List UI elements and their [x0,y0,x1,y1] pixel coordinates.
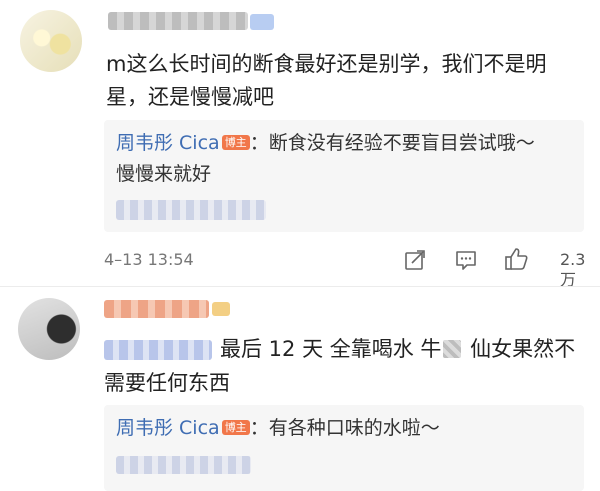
comment-text-line: 最后 12 天 全靠喝水 牛 仙女果然不 [220,333,575,366]
username-blurred[interactable] [104,300,209,318]
share-icon[interactable] [403,248,427,272]
user-badge-blurred [250,14,274,30]
username-blurred[interactable] [108,12,248,30]
reply-text: ：有各种口味的水啦～ [249,417,440,439]
reply-line: 周韦彤 Cica 博主 ：有各种口味的水啦～ [116,413,440,443]
comment-icon[interactable] [454,248,478,272]
reply-text: ：断食没有经验不要盲目尝试哦～ [249,132,535,154]
more-replies-link-blurred[interactable] [116,200,266,220]
reply-author-link[interactable]: 周韦彤 Cica [116,417,220,439]
comment-text-line: m这么长时间的断食最好还是别学，我们不是明 [106,52,547,76]
mention-blurred[interactable] [104,340,212,360]
divider [0,286,600,287]
comment-text-line: 需要任何东西 [104,371,230,395]
reply-line: 周韦彤 Cica 博主 ：断食没有经验不要盲目尝试哦～ [116,128,535,158]
timestamp: 4–13 13:54 [104,250,194,269]
avatar[interactable] [20,10,82,72]
user-badge-blurred [212,302,230,316]
like-count: 2.3万 [560,250,586,289]
author-badge: 博主 [221,420,250,435]
avatar[interactable] [18,298,80,360]
reply-text-line: 慢慢来就好 [116,163,212,185]
comment-text: m这么长时间的断食最好还是别学，我们不是明 星，还是慢慢减吧 [106,48,576,114]
like-icon[interactable] [503,246,529,272]
comment-text-line: 星，还是慢慢减吧 [106,85,274,109]
reply-author-link[interactable]: 周韦彤 Cica [116,132,220,154]
comment-text-part: 仙女果然不 [463,337,576,361]
author-badge: 博主 [221,135,250,150]
blurred-text [443,340,462,358]
more-replies-link-blurred[interactable] [116,456,251,474]
comment-text-part: 最后 12 天 全靠喝水 牛 [220,337,442,361]
reply-box[interactable]: 周韦彤 Cica 博主 ：有各种口味的水啦～ [104,405,584,491]
